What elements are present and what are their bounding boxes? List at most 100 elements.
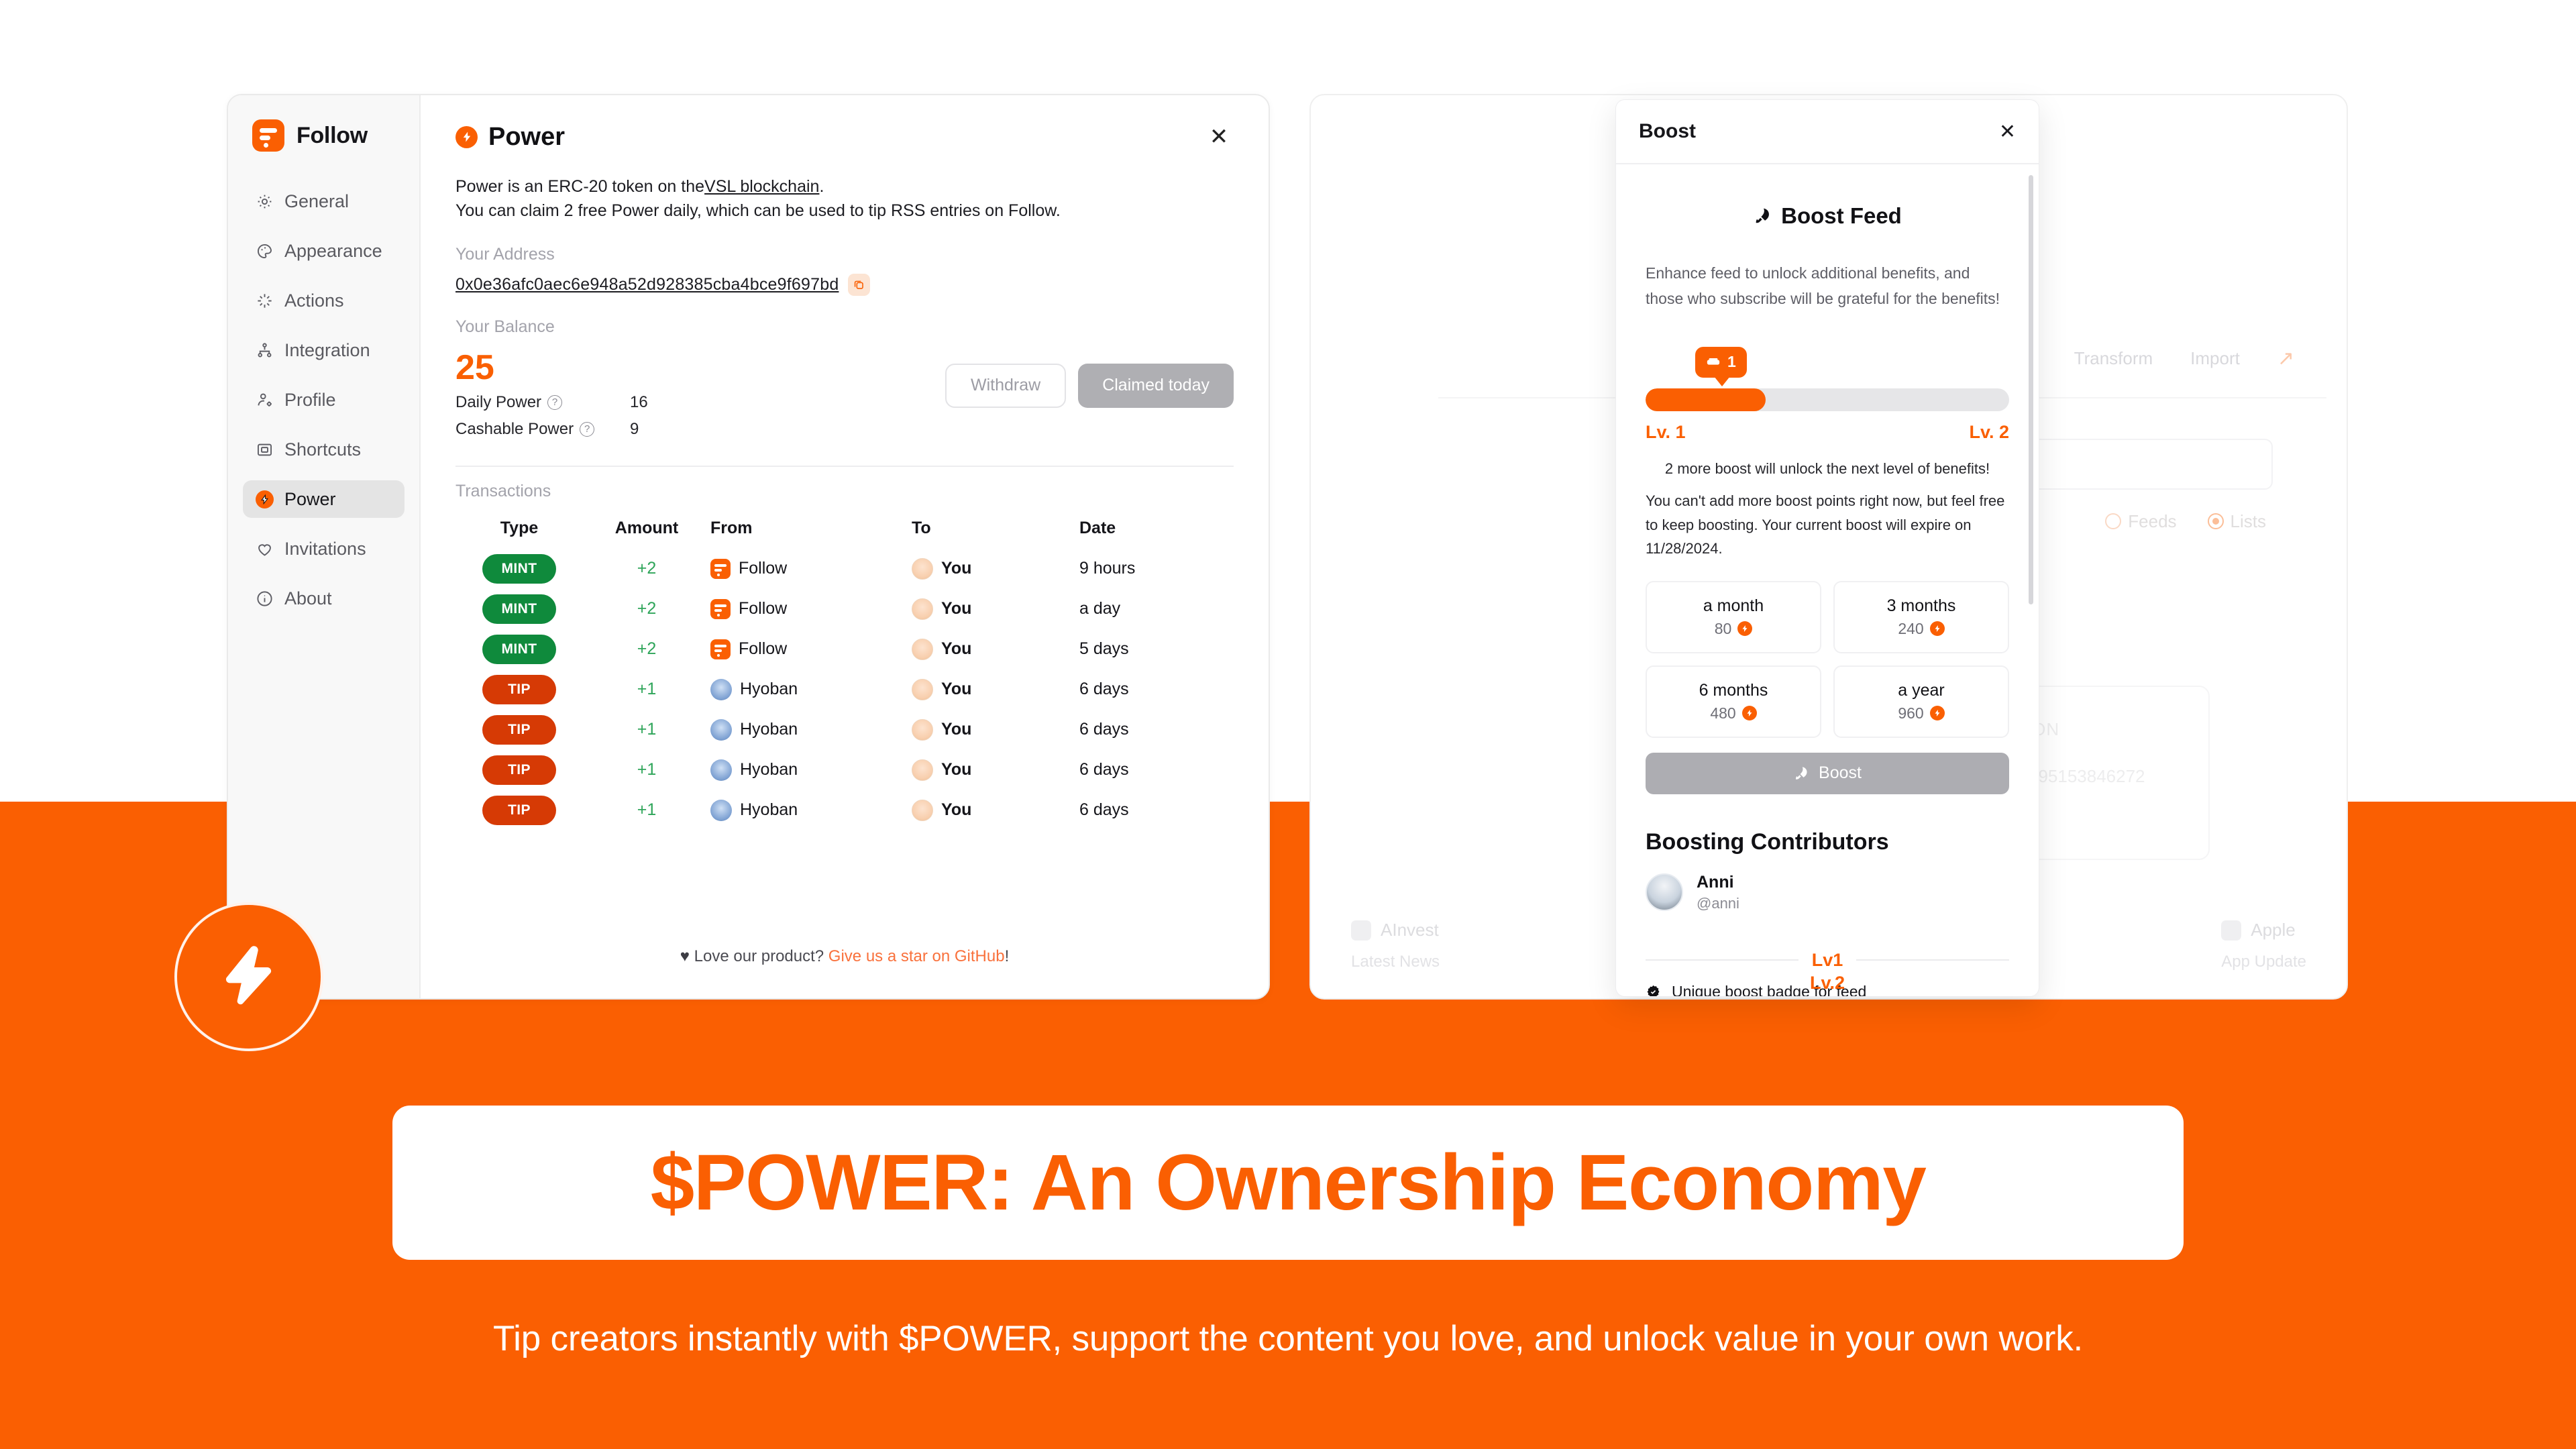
- keyboard-icon: [255, 440, 274, 459]
- plan-name: a month: [1703, 596, 1764, 615]
- boost-progress-fill: [1646, 388, 1766, 411]
- claimed-today-button: Claimed today: [1078, 363, 1234, 408]
- sidebar-item-invitations[interactable]: Invitations: [243, 530, 405, 568]
- sidebar-item-integration[interactable]: Integration: [243, 331, 405, 369]
- close-button[interactable]: ✕: [1204, 122, 1234, 152]
- boost-unlock-note: 2 more boost will unlock the next level …: [1664, 460, 1990, 477]
- boost-modal: Boost ✕ Boost Feed Enhance feed to unloc…: [1615, 99, 2039, 997]
- boost-expire-note: You can't add more boost points right no…: [1646, 492, 2005, 557]
- amount-value: +2: [637, 559, 657, 578]
- background-tab-lists: Lists: [2207, 511, 2266, 532]
- rocket-icon: [1796, 767, 1807, 780]
- from-name: Follow: [739, 559, 788, 578]
- table-row[interactable]: TIP +1 Hyoban You 6 days: [455, 669, 1234, 710]
- sidebar-item-label: Invitations: [284, 538, 366, 559]
- user-gear-icon: [255, 390, 274, 409]
- sidebar-item-power[interactable]: Power: [243, 480, 405, 518]
- date-value: 6 days: [1079, 760, 1129, 779]
- desc-line1-pre: Power is an ERC-20 token on the: [455, 177, 705, 196]
- section-divider: [455, 465, 1234, 467]
- sidebar-item-about[interactable]: About: [243, 580, 405, 617]
- help-icon[interactable]: ?: [580, 421, 595, 437]
- from-name: Hyoban: [740, 680, 798, 698]
- power-bolt-icon: [1737, 621, 1753, 637]
- boost-progress-track: [1646, 388, 2009, 411]
- sidebar-item-shortcuts[interactable]: Shortcuts: [243, 431, 405, 468]
- balance-label: Your Balance: [455, 317, 555, 336]
- sidebar-item-label: Integration: [284, 339, 370, 360]
- table-row[interactable]: TIP +1 Hyoban You 6 days: [455, 790, 1234, 830]
- background-app-item: AInvest Latest News: [1351, 920, 1440, 971]
- sidebar-item-profile[interactable]: Profile: [243, 381, 405, 419]
- boost-level-row: Lv. 1 Lv. 2: [1646, 422, 2009, 443]
- boost-bubble-wrap: 1: [1646, 346, 2009, 388]
- page-title-text: Power: [488, 122, 566, 151]
- from-name: Follow: [739, 639, 788, 658]
- stat-value: 16: [630, 392, 648, 411]
- sidebar-item-label: Shortcuts: [284, 439, 362, 460]
- amount-value: +1: [637, 680, 657, 698]
- circle-icon: [2105, 513, 2122, 529]
- balance-actions: Withdraw Claimed today: [945, 363, 1234, 408]
- plan-option-6-months[interactable]: 6 months 480: [1646, 665, 1821, 738]
- background-tab-feeds: Feeds: [2105, 511, 2177, 532]
- plan-option-a-month[interactable]: a month 80: [1646, 580, 1821, 653]
- plan-option-3-months[interactable]: 3 months 240: [1833, 580, 2009, 653]
- level-section-label: Lv1: [1811, 949, 1843, 970]
- background-toolbar: Transform Import ↗: [2074, 347, 2294, 370]
- withdraw-button[interactable]: Withdraw: [945, 363, 1067, 408]
- boost-modal-title: Boost: [1639, 120, 1696, 142]
- background-app-sub: Latest News: [1351, 953, 1440, 971]
- boost-description: Enhance feed to unlock additional benefi…: [1646, 264, 2000, 307]
- avatar: [710, 718, 732, 741]
- github-star-link[interactable]: Give us a star on GitHub: [828, 947, 1005, 965]
- date-value: 6 days: [1079, 800, 1129, 819]
- sidebar-item-appearance[interactable]: Appearance: [243, 232, 405, 270]
- stat-value: 9: [630, 419, 639, 438]
- column-header-from: From: [710, 518, 753, 537]
- plan-name: a year: [1898, 680, 1945, 700]
- boost-submit-button[interactable]: Boost: [1646, 752, 2009, 794]
- help-icon[interactable]: ?: [547, 394, 563, 410]
- plan-name: 3 months: [1886, 596, 1956, 615]
- background-input-pill: [2031, 439, 2273, 490]
- sidebar-item-label: Power: [284, 488, 336, 509]
- from-name: Hyoban: [740, 760, 798, 779]
- sidebar-item-general[interactable]: General: [243, 182, 405, 220]
- gear-icon: [255, 192, 274, 211]
- avatar: [710, 759, 732, 781]
- avatar: [912, 799, 933, 821]
- plan-name: 6 months: [1699, 680, 1768, 700]
- wallet-address[interactable]: 0x0e36afc0aec6e948a52d928385cba4bce9f697…: [455, 275, 839, 294]
- table-row[interactable]: MINT +2 Follow You a day: [455, 589, 1234, 629]
- sidebar-item-actions[interactable]: Actions: [243, 282, 405, 319]
- close-icon[interactable]: ✕: [1999, 120, 2016, 144]
- stat-label: Daily Power: [455, 392, 542, 411]
- transactions-label: Transactions: [455, 481, 551, 500]
- table-row[interactable]: MINT +2 Follow You 5 days: [455, 629, 1234, 669]
- to-name: You: [941, 639, 972, 658]
- table-row[interactable]: MINT +2 Follow You 9 hours: [455, 549, 1234, 589]
- type-badge: MINT: [482, 553, 556, 584]
- rocket-icon: [1756, 208, 1770, 223]
- type-badge: TIP: [482, 674, 556, 704]
- to-name: You: [941, 720, 972, 739]
- table-row[interactable]: TIP +1 Hyoban You 6 days: [455, 710, 1234, 750]
- address-row: 0x0e36afc0aec6e948a52d928385cba4bce9f697…: [455, 273, 1234, 296]
- avatar: [912, 759, 933, 781]
- column-header-date: Date: [1079, 518, 1116, 537]
- list-item[interactable]: Anni @anni: [1646, 873, 2009, 912]
- table-header-row: Type Amount From To Date: [455, 519, 1234, 549]
- avatar: [710, 799, 732, 821]
- column-header-amount: Amount: [614, 518, 679, 537]
- balance-value: 25: [455, 347, 494, 387]
- copy-icon[interactable]: [848, 273, 871, 296]
- power-bolt-icon: [255, 490, 274, 508]
- level-separator: Lv1: [1646, 950, 2009, 971]
- amount-value: +2: [637, 599, 657, 618]
- plan-option-a-year[interactable]: a year 960: [1833, 665, 2009, 738]
- balance-row: 25 Daily Power ? 16 Cashable Power ? 9 W…: [455, 346, 1234, 439]
- contributors-title: Boosting Contributors: [1646, 828, 1889, 855]
- table-row[interactable]: TIP +1 Hyoban You 6 days: [455, 750, 1234, 790]
- vsl-blockchain-link[interactable]: VSL blockchain: [704, 177, 819, 196]
